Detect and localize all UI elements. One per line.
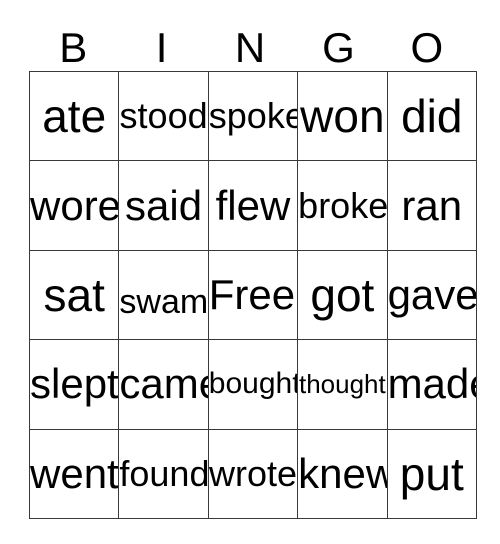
bingo-cell[interactable]: thought <box>297 339 388 430</box>
bingo-row: sat swam Free! got gave <box>28 249 477 341</box>
bingo-header: B I N G O <box>29 14 471 71</box>
bingo-free-space[interactable]: Free! <box>207 249 299 341</box>
bingo-cell-label: slept <box>30 360 119 408</box>
bingo-cell-label: made <box>387 360 475 408</box>
bingo-cell-label: Free! <box>208 270 298 318</box>
bingo-row: went found wrote knew put <box>28 428 477 519</box>
bingo-cell[interactable]: bought <box>207 339 299 430</box>
bingo-cell-label: spoke <box>208 95 298 137</box>
bingo-row: wore said flew broke ran <box>28 160 477 251</box>
bingo-cell[interactable]: made <box>386 339 477 430</box>
bingo-cell[interactable]: went <box>28 428 120 519</box>
bingo-cell[interactable]: knew <box>297 428 388 519</box>
bingo-cell-label: put <box>399 447 464 500</box>
bingo-cell-label: won <box>300 90 385 143</box>
bingo-cell[interactable]: came <box>118 339 209 430</box>
bingo-cell-label: swam <box>119 282 209 321</box>
bingo-cell-label: wore <box>30 181 119 229</box>
bingo-cell-label: stood <box>119 95 208 137</box>
bingo-cell[interactable]: gave <box>386 249 477 341</box>
bingo-cell[interactable]: broke <box>297 160 388 251</box>
bingo-cell[interactable]: wore <box>28 160 120 251</box>
bingo-cell[interactable]: sat <box>28 249 120 341</box>
bingo-grid: ate stood spoke won did wore said flew broke ran s… <box>28 70 477 519</box>
bingo-cell[interactable]: slept <box>28 339 120 430</box>
bingo-cell[interactable]: said <box>118 160 209 251</box>
bingo-row: sleptcameboughtthoughtmade <box>28 339 477 430</box>
bingo-cell[interactable]: did <box>386 70 477 162</box>
bingo-card: B I N G O ate stood spoke won did wore said fle… <box>0 0 500 544</box>
bingo-cell[interactable]: put <box>386 428 477 519</box>
bingo-cell-label: ate <box>42 90 107 143</box>
bingo-cell-label: got <box>310 268 375 321</box>
bingo-cell-label: knew <box>298 449 388 497</box>
bingo-cell-label: flew <box>215 181 291 229</box>
bingo-cell-label: came <box>119 360 207 408</box>
header-letter-b: B <box>59 24 88 71</box>
bingo-cell-label: went <box>30 449 119 497</box>
header-letter-o: O <box>410 24 444 71</box>
bingo-cell[interactable]: got <box>297 249 388 341</box>
bingo-cell[interactable]: won <box>297 70 388 162</box>
bingo-cell[interactable]: ate <box>28 70 120 162</box>
bingo-cell-label: did <box>401 90 463 143</box>
bingo-cell-label: thought <box>298 369 386 400</box>
bingo-cell[interactable]: wrote <box>207 428 299 519</box>
bingo-cell[interactable]: flew <box>207 160 299 251</box>
bingo-cell-label: said <box>125 181 203 229</box>
bingo-cell-label: broke <box>298 184 388 226</box>
bingo-cell[interactable]: found <box>118 428 209 519</box>
bingo-cell[interactable]: swam <box>118 249 209 341</box>
bingo-cell-label: ran <box>401 181 463 229</box>
bingo-cell[interactable]: stood <box>118 70 209 162</box>
header-letter-i: I <box>155 24 168 71</box>
bingo-cell-label: bought <box>208 367 298 401</box>
header-letter-n: N <box>234 24 266 71</box>
header-letter-g: G <box>322 24 355 71</box>
bingo-row: ate stood spoke won did <box>28 70 477 162</box>
bingo-cell-label: gave <box>387 270 477 318</box>
bingo-cell[interactable]: ran <box>386 160 477 251</box>
bingo-cell[interactable]: spoke <box>207 70 299 162</box>
bingo-cell-label: found <box>119 452 209 494</box>
bingo-cell-label: sat <box>43 268 105 321</box>
bingo-cell-label: wrote <box>208 452 297 494</box>
